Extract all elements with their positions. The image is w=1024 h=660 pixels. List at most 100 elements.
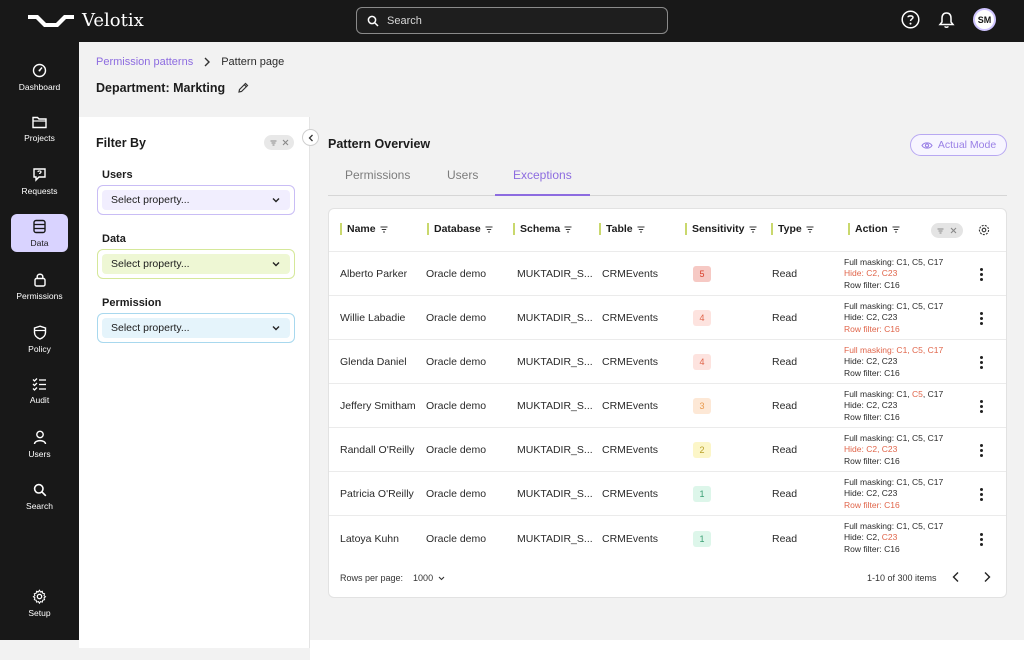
table-row[interactable]: Latoya Kuhn Oracle demo MUKTADIR_S... CRMEv… <box>329 515 1006 561</box>
nav-dashboard[interactable]: Dashboard <box>11 58 68 96</box>
collapse-filter-button[interactable] <box>302 129 319 146</box>
filter-icon[interactable] <box>749 226 757 233</box>
column-header-name[interactable]: Name <box>340 223 388 235</box>
action-text: Full masking: C1, C5, C17 <box>844 257 944 267</box>
action-text: Full masking: C1, C5, C17 <box>844 433 944 443</box>
filter-data-select[interactable]: Select property... <box>102 254 290 274</box>
column-header-table[interactable]: Table <box>599 223 645 235</box>
table-row[interactable]: Willie Labadie Oracle demo MUKTADIR_S... CR… <box>329 295 1006 339</box>
help-icon[interactable] <box>901 10 920 29</box>
requests-icon <box>33 167 46 182</box>
filter-permission-select[interactable]: Select property... <box>102 318 290 338</box>
nav-data[interactable]: Data <box>11 214 68 252</box>
action-text: Full masking: C1, C5, C17 <box>844 477 944 487</box>
nav-projects[interactable]: Projects <box>11 110 68 148</box>
column-header-label: Schema <box>520 223 561 235</box>
row-menu-kebab-icon[interactable] <box>980 488 983 501</box>
table-row[interactable]: Patricia O'Reilly Oracle demo MUKTADIR_S..… <box>329 471 1006 515</box>
checklist-icon <box>32 378 46 391</box>
sensitivity-badge: 4 <box>693 354 711 370</box>
breadcrumb: Permission patterns Pattern page <box>96 56 284 68</box>
close-icon[interactable] <box>950 227 957 234</box>
column-header-type[interactable]: Type <box>771 223 814 235</box>
action-text: Full masking: C1, <box>844 389 913 399</box>
table-row[interactable]: Jeffery Smitham Oracle demo MUKTADIR_S... C… <box>329 383 1006 427</box>
action-line: Hide: C2, C23 <box>844 356 943 367</box>
table-row[interactable]: Randall O'Reilly Oracle demo MUKTADIR_S...… <box>329 427 1006 471</box>
row-menu-kebab-icon[interactable] <box>980 444 983 457</box>
row-menu-kebab-icon[interactable] <box>980 356 983 369</box>
cell-type: Read <box>772 533 798 545</box>
search-input[interactable] <box>387 14 657 27</box>
row-menu-kebab-icon[interactable] <box>980 312 983 325</box>
database-icon <box>33 219 46 233</box>
filter-users-select[interactable]: Select property... <box>102 190 290 210</box>
filter-icon[interactable] <box>380 226 388 233</box>
global-search[interactable] <box>356 7 668 34</box>
row-menu-kebab-icon[interactable] <box>980 400 983 413</box>
cell-action: Full masking: C1, C5, C17 Hide: C2, C23 Ro… <box>844 257 943 291</box>
logo[interactable]: Velotix <box>28 10 144 31</box>
column-header-label: Database <box>434 223 481 235</box>
settings-gear-icon[interactable] <box>978 224 990 236</box>
chevron-left-icon[interactable] <box>951 571 961 583</box>
filter-icon[interactable] <box>806 226 814 233</box>
nav-audit[interactable]: Audit <box>11 372 68 410</box>
column-filter-chip[interactable] <box>931 223 963 238</box>
column-header-schema[interactable]: Schema <box>513 223 572 235</box>
nav-setup[interactable]: Setup <box>11 584 68 622</box>
chevron-right-icon[interactable] <box>982 571 992 583</box>
sensitivity-badge: 4 <box>693 310 711 326</box>
filter-icon[interactable] <box>564 226 572 233</box>
side-nav: Dashboard Projects Requests Data Permiss… <box>0 42 79 640</box>
row-menu-kebab-icon[interactable] <box>980 533 983 546</box>
pencil-icon[interactable] <box>237 82 249 94</box>
cell-table: CRMEvents <box>602 533 659 545</box>
column-header-database[interactable]: Database <box>427 223 493 235</box>
filter-data-label: Data <box>102 233 126 245</box>
rows-per-page-select[interactable]: 1000 <box>413 573 445 583</box>
column-header-sensitivity[interactable]: Sensitivity <box>685 223 757 235</box>
nav-label: Data <box>30 237 49 248</box>
cell-type: Read <box>772 312 798 324</box>
filter-data-box: Select property... <box>97 249 295 279</box>
table-row[interactable]: Alberto Parker Oracle demo MUKTADIR_S... CR… <box>329 251 1006 295</box>
cell-schema: MUKTADIR_S... <box>517 312 593 324</box>
avatar[interactable]: SM <box>973 8 996 31</box>
nav-search[interactable]: Search <box>11 478 68 516</box>
column-header-label: Table <box>606 223 633 235</box>
cell-database: Oracle demo <box>426 488 487 500</box>
filter-icon[interactable] <box>637 226 645 233</box>
row-menu-kebab-icon[interactable] <box>980 268 983 281</box>
breadcrumb-parent-link[interactable]: Permission patterns <box>96 56 193 68</box>
close-icon[interactable] <box>282 139 289 146</box>
action-text: Row filter: C16 <box>844 543 900 554</box>
nav-users[interactable]: Users <box>11 425 68 463</box>
bell-icon[interactable] <box>938 11 955 29</box>
filter-clear-chip[interactable] <box>264 135 294 150</box>
tab-permissions[interactable]: Permissions <box>345 168 410 182</box>
column-header-action[interactable]: Action <box>848 223 900 235</box>
nav-policy[interactable]: Policy <box>11 320 68 358</box>
action-line: Row filter: C16 <box>844 456 943 467</box>
filter-icon[interactable] <box>485 226 493 233</box>
tab-exceptions[interactable]: Exceptions <box>513 168 572 182</box>
table-row[interactable]: Glenda Daniel Oracle demo MUKTADIR_S... CRM… <box>329 339 1006 383</box>
cell-name: Latoya Kuhn <box>340 533 399 545</box>
action-line: Full masking: C1, C5, C17 <box>844 345 943 356</box>
action-text: Row filter: C16 <box>844 455 900 466</box>
tab-users[interactable]: Users <box>447 168 478 182</box>
cell-action: Full masking: C1, C5, C17 Hide: C2, C23 Ro… <box>844 477 943 511</box>
actual-mode-button[interactable]: Actual Mode <box>910 134 1007 156</box>
cell-sensitivity: 4 <box>693 340 711 384</box>
column-header-label: Action <box>855 223 888 235</box>
cell-type: Read <box>772 356 798 368</box>
chevron-left-icon <box>308 134 313 141</box>
action-line: Full masking: C1, C5, C17 <box>844 433 943 444</box>
nav-requests[interactable]: Requests <box>11 162 68 200</box>
nav-permissions[interactable]: Permissions <box>11 267 68 305</box>
filter-icon[interactable] <box>892 226 900 233</box>
cell-table: CRMEvents <box>602 268 659 280</box>
chevron-right-icon <box>204 57 211 67</box>
cell-database: Oracle demo <box>426 400 487 412</box>
